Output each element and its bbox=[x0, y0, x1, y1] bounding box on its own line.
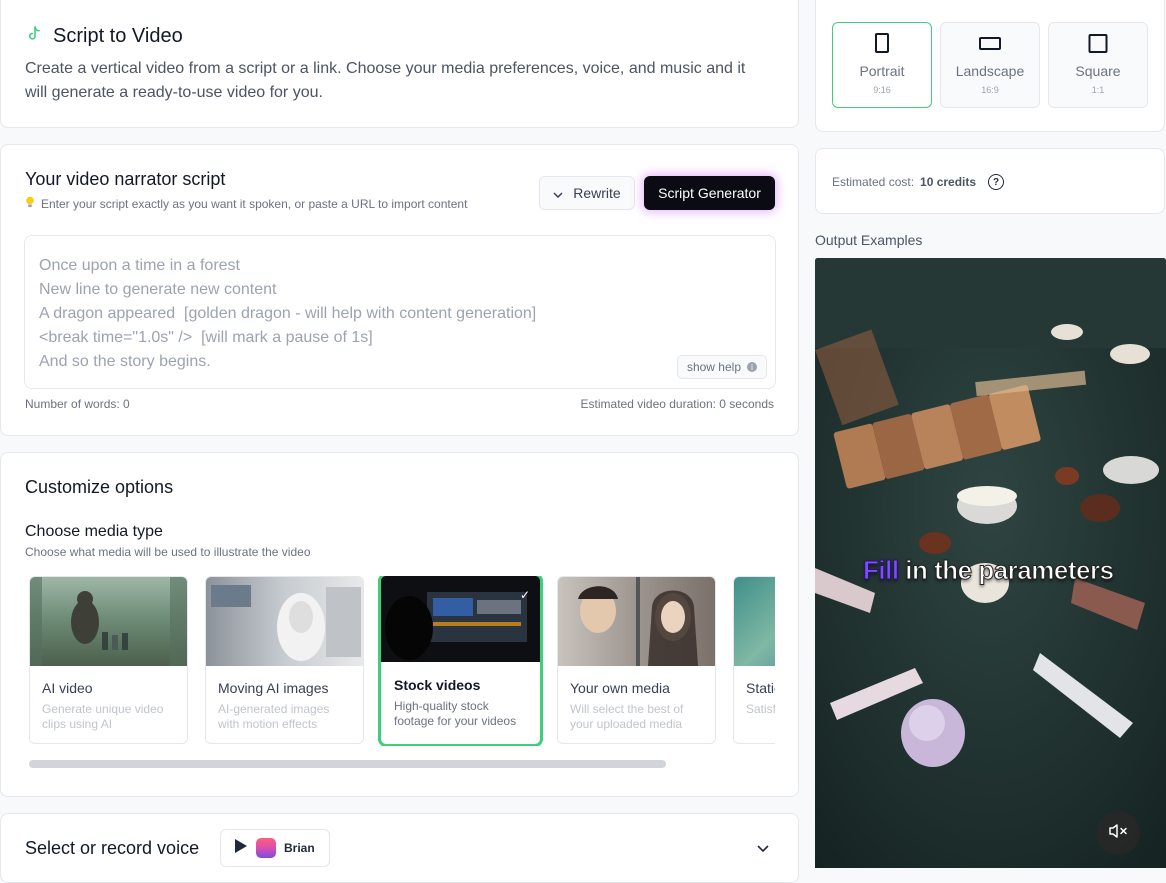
aspect-ratio-text: 16:9 bbox=[981, 85, 999, 95]
mute-button[interactable] bbox=[1096, 811, 1140, 855]
check-icon: ✓ bbox=[519, 588, 530, 602]
media-tile-name: Static bbox=[746, 680, 775, 696]
media-type-subtitle: Choose what media will be used to illust… bbox=[25, 545, 311, 559]
media-tile-desc: Satisfying grab bbox=[746, 702, 775, 716]
landscape-icon bbox=[979, 37, 1001, 50]
cost-card: Estimated cost: 10 credits ? bbox=[815, 148, 1165, 214]
script-hint-text: Enter your script exactly as you want it… bbox=[41, 196, 468, 211]
media-tile-desc: AI-generated images with motion effects bbox=[218, 702, 330, 731]
word-count: Number of words: 0 bbox=[25, 397, 130, 411]
title-row: Script to Video bbox=[25, 24, 183, 49]
play-icon[interactable] bbox=[234, 838, 248, 859]
example-video[interactable]: Fill in the parameters bbox=[815, 258, 1166, 868]
cost-label: Estimated cost: bbox=[832, 175, 915, 189]
media-type-title: Choose media type bbox=[25, 523, 163, 540]
voice-selector[interactable]: Brian bbox=[220, 829, 330, 867]
portrait-icon bbox=[875, 33, 889, 53]
estimated-duration: Estimated video duration: 0 seconds bbox=[580, 397, 774, 411]
voice-avatar bbox=[256, 838, 276, 858]
voice-card: Select or record voice Brian bbox=[0, 813, 799, 883]
aspect-square[interactable]: Square 1:1 bbox=[1048, 22, 1148, 108]
voice-title: Select or record voice bbox=[25, 838, 200, 858]
ai-video-thumbnail bbox=[30, 577, 187, 666]
aspect-label: Landscape bbox=[955, 63, 1025, 79]
rewrite-label: Rewrite bbox=[573, 185, 621, 201]
output-examples-title: Output Examples bbox=[815, 232, 923, 248]
script-card: Your video narrator script Enter your sc… bbox=[0, 144, 799, 436]
show-help-button[interactable]: show help i bbox=[676, 355, 767, 379]
main-panel: Script to Video Create a vertical video … bbox=[0, 0, 799, 883]
page-title: Script to Video bbox=[53, 25, 183, 47]
stock-videos-thumbnail: ✓ bbox=[381, 576, 540, 662]
media-tile-name: Your own media bbox=[570, 680, 670, 696]
square-icon bbox=[1088, 34, 1108, 53]
speaker-muted-icon bbox=[1108, 823, 1128, 844]
chevron-down-icon bbox=[553, 185, 563, 201]
media-tile-desc: Generate unique video clips using AI bbox=[42, 702, 164, 731]
media-tile-desc: Will select the best of your uploaded me… bbox=[570, 702, 684, 731]
media-tile-name: AI video bbox=[42, 680, 93, 696]
customize-card: Customize options Choose media type Choo… bbox=[0, 452, 799, 797]
aspect-ratio-text: 9:16 bbox=[873, 85, 891, 95]
script-placeholder: Once upon a time in a forest New line to… bbox=[39, 257, 537, 370]
media-tile-name: Moving AI images bbox=[218, 680, 329, 696]
media-tile-your-own-media[interactable]: Your own media Will select the best of y… bbox=[557, 576, 716, 744]
estimated-cost: Estimated cost: 10 credits ? bbox=[832, 174, 1005, 190]
aspect-ratio-card: Portrait 9:16 Landscape 16:9 Square 1:1 bbox=[815, 0, 1165, 132]
media-tile-ai-video[interactable]: AI video Generate unique video clips usi… bbox=[29, 576, 188, 744]
rewrite-button[interactable]: Rewrite bbox=[539, 176, 635, 210]
caption-rest: in the parameters bbox=[898, 555, 1115, 586]
script-title: Your video narrator script bbox=[25, 169, 226, 189]
carousel-scrollbar[interactable] bbox=[29, 760, 666, 768]
script-hint: Enter your script exactly as you want it… bbox=[25, 196, 467, 211]
caption-highlight: Fill bbox=[863, 555, 900, 586]
script-generator-button[interactable]: Script Generator bbox=[644, 176, 775, 210]
media-tile-static[interactable]: Static Satisfying grab bbox=[733, 576, 775, 744]
script-textarea[interactable]: Once upon a time in a forest New line to… bbox=[24, 235, 776, 389]
aspect-label: Portrait bbox=[859, 63, 905, 79]
cost-value: 10 credits bbox=[920, 175, 977, 189]
aspect-portrait[interactable]: Portrait 9:16 bbox=[832, 22, 932, 108]
chevron-down-icon[interactable] bbox=[757, 840, 769, 858]
static-thumbnail bbox=[734, 577, 775, 666]
video-caption: Fill in the parameters bbox=[863, 555, 1115, 586]
page-description: Create a vertical video from a script or… bbox=[25, 60, 746, 101]
customize-title: Customize options bbox=[25, 477, 174, 497]
question-icon[interactable]: ? bbox=[988, 174, 1005, 190]
media-tile-desc: High-quality stock footage for your vide… bbox=[394, 699, 517, 728]
info-icon: i bbox=[747, 362, 757, 372]
your-own-media-thumbnail bbox=[558, 577, 715, 666]
voice-name: Brian bbox=[284, 841, 315, 855]
moving-ai-images-thumbnail bbox=[206, 577, 363, 666]
lightbulb-icon bbox=[25, 196, 35, 211]
show-help-label: show help bbox=[686, 360, 741, 374]
aspect-ratio-text: 1:1 bbox=[1091, 85, 1105, 95]
media-type-carousel: AI video Generate unique video clips usi… bbox=[29, 576, 775, 746]
media-tile-name: Stock videos bbox=[394, 677, 481, 693]
header-card: Script to Video Create a vertical video … bbox=[0, 0, 799, 128]
media-tile-moving-ai-images[interactable]: Moving AI images AI-generated images wit… bbox=[205, 576, 364, 744]
media-tile-stock-videos[interactable]: ✓ Stock videos High-quality stock footag… bbox=[378, 576, 543, 746]
aspect-landscape[interactable]: Landscape 16:9 bbox=[940, 22, 1040, 108]
aspect-label: Square bbox=[1075, 63, 1121, 79]
side-panel: Portrait 9:16 Landscape 16:9 Square 1:1 … bbox=[815, 0, 1166, 868]
tiktok-icon bbox=[25, 24, 45, 49]
